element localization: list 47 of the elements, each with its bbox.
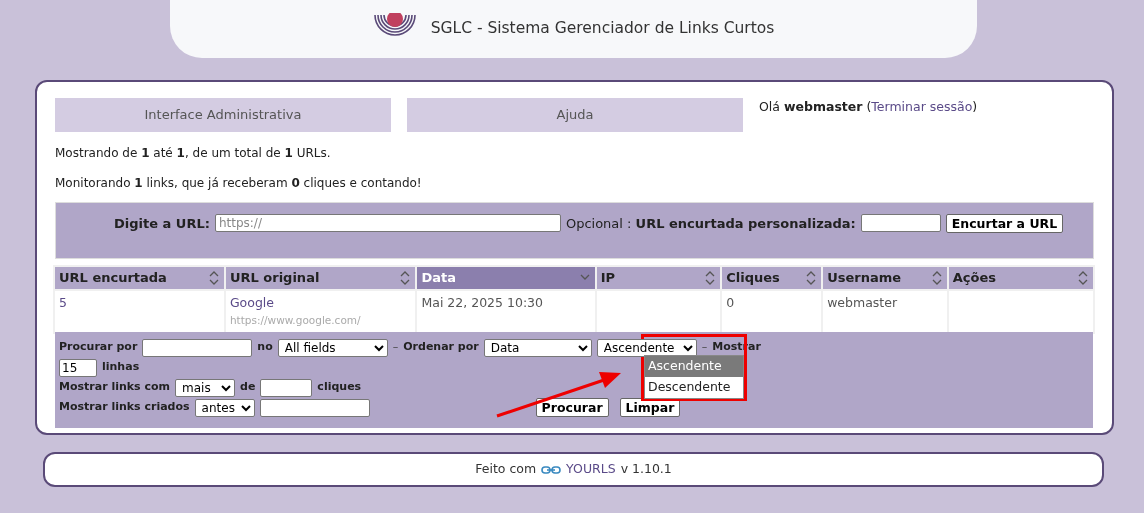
- app-title: SGLC - Sistema Gerenciador de Links Curtos: [430, 18, 775, 40]
- nav-tab[interactable]: Interface Administrativa: [55, 98, 391, 132]
- column-header[interactable]: Data: [417, 267, 595, 289]
- field-select[interactable]: All fields: [277, 338, 388, 357]
- filter-label: linhas: [102, 359, 140, 376]
- order-select[interactable]: Data: [483, 338, 592, 357]
- parenthesis-text: ): [972, 99, 978, 114]
- filter-label: no: [257, 339, 273, 356]
- version-text: v 1.10.1: [620, 460, 672, 479]
- yourls-link[interactable]: YOURLS: [566, 460, 616, 479]
- column-header[interactable]: Cliques: [722, 267, 822, 289]
- status-text: Monitorando 1 links, que já receberam 0 cliques e contando!: [55, 175, 423, 192]
- dropdown-option[interactable]: Descendente: [645, 376, 743, 398]
- column-header[interactable]: IP: [596, 267, 721, 289]
- column-header[interactable]: Ações: [948, 267, 1093, 289]
- search-button[interactable]: Procurar: [535, 398, 609, 417]
- dropdown-option[interactable]: Ascendente: [645, 355, 743, 377]
- shorten-button[interactable]: Encurtar a URL: [945, 214, 1064, 233]
- custom-url-label: Opcional : URL encurtada personalizada:: [565, 215, 856, 233]
- filter-label: cliques: [317, 379, 362, 396]
- table-cell: Mai 22, 2025 10:30: [417, 291, 595, 332]
- nav-tab[interactable]: Ajuda: [407, 98, 743, 132]
- filter-label: Mostrar links com: [59, 379, 170, 396]
- filter-label: Mostrar links criados: [59, 399, 190, 416]
- filter-label: Procurar por: [59, 339, 138, 356]
- table-cell: webmaster: [823, 291, 947, 332]
- url-label: Digite a URL:: [114, 215, 210, 233]
- table-cell: 0: [722, 291, 822, 332]
- logout-link[interactable]: Terminar sessão: [871, 99, 973, 114]
- dash-text: –: [701, 339, 708, 356]
- column-header[interactable]: URL original: [225, 267, 416, 289]
- greeting-text: Olá webmaster (: [759, 99, 872, 114]
- footer-text: Feito com: [475, 460, 537, 479]
- status-text: Mostrando de 1 até 1, de um total de 1 URLs.: [55, 145, 332, 162]
- column-header[interactable]: URL encurtada: [55, 267, 224, 289]
- url-input[interactable]: https://: [214, 214, 561, 232]
- url-text: https://www.google.com/: [229, 312, 361, 328]
- direction-select[interactable]: Ascendente: [596, 338, 697, 357]
- date-compare-select[interactable]: antes: [194, 398, 255, 417]
- clicks-compare-select[interactable]: mais: [175, 378, 235, 397]
- filter-label: de: [240, 379, 256, 396]
- link-title[interactable]: Google: [229, 294, 275, 313]
- short-url-link[interactable]: 5: [59, 295, 67, 310]
- dash-text: –: [392, 339, 399, 356]
- column-header[interactable]: Username: [823, 267, 947, 289]
- rows-input[interactable]: 15: [59, 358, 97, 377]
- filter-label: Ordenar por: [403, 339, 479, 356]
